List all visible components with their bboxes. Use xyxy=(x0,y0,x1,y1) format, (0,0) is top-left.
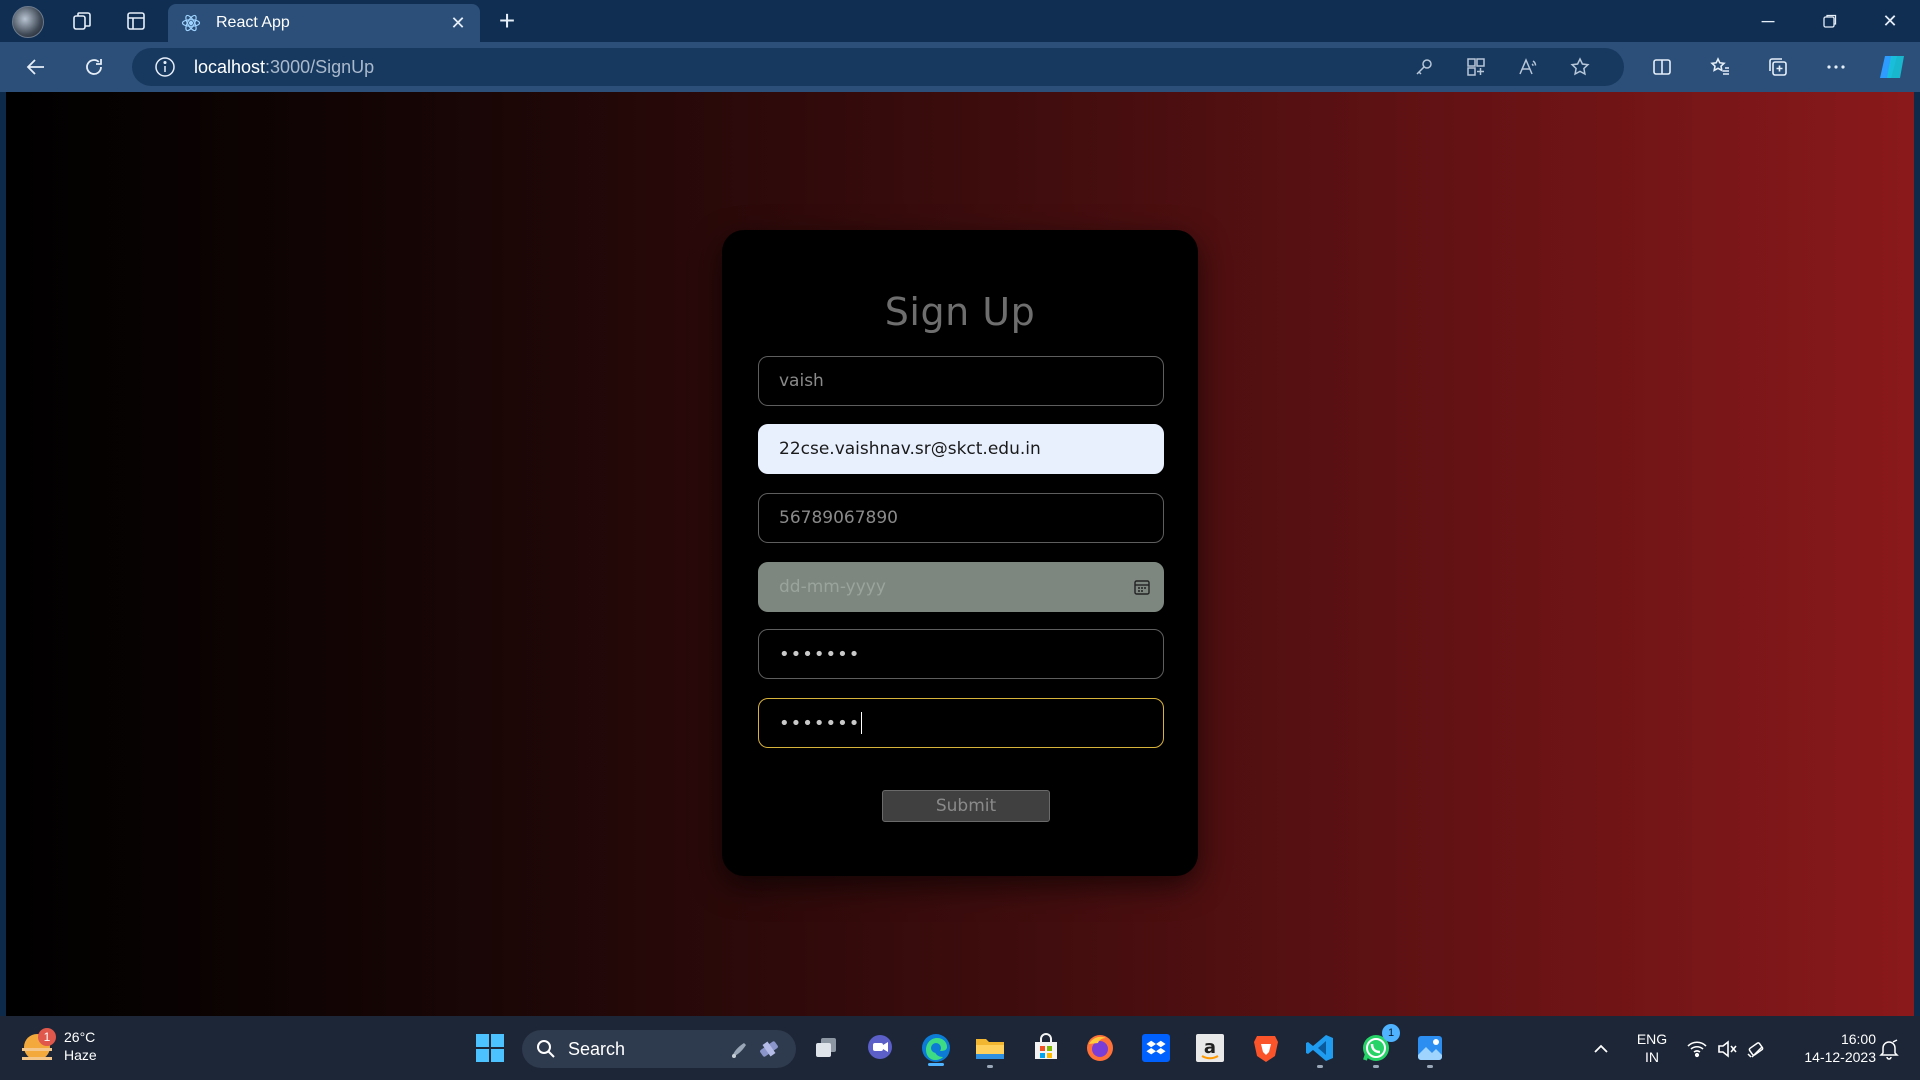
confirm-password-value: ••••••• xyxy=(779,712,861,734)
windows-start-icon[interactable] xyxy=(470,1028,510,1068)
weather-haze-icon: 1 xyxy=(22,1028,56,1062)
clock-time: 16:00 xyxy=(1840,1031,1876,1047)
split-screen-icon[interactable] xyxy=(1644,50,1680,84)
chevron-up-icon[interactable] xyxy=(1590,1038,1612,1060)
clock-date: 14-12-2023 xyxy=(1804,1049,1876,1065)
brave-browser-icon[interactable] xyxy=(1246,1028,1286,1068)
date-of-birth-field[interactable]: dd-mm-yyyy xyxy=(758,562,1164,612)
weather-widget[interactable]: 1 26°C Haze xyxy=(22,1028,97,1064)
submit-button[interactable]: Submit xyxy=(882,790,1050,822)
page-viewport: Sign Up vaish 22cse.vaishnav.sr@skct.edu… xyxy=(6,92,1914,1016)
tab-react-app[interactable]: React App ✕ xyxy=(168,4,480,42)
close-window-button[interactable]: ✕ xyxy=(1860,0,1920,42)
clock[interactable]: 16:00 14-12-2023 xyxy=(1780,1030,1876,1066)
weather-description: Haze xyxy=(64,1047,97,1063)
browser-toolbar: localhost:3000/SignUp xyxy=(0,42,1920,92)
app-available-icon[interactable] xyxy=(1460,52,1492,82)
calendar-icon[interactable] xyxy=(1133,578,1151,596)
weather-badge: 1 xyxy=(38,1028,56,1046)
whatsapp-badge: 1 xyxy=(1382,1024,1400,1042)
password-value: ••••••• xyxy=(779,643,861,665)
weather-temperature: 26°C xyxy=(64,1029,96,1045)
tab-title: React App xyxy=(216,14,290,31)
svg-text:a: a xyxy=(1204,1037,1216,1058)
workspaces-icon[interactable] xyxy=(66,6,98,36)
whatsapp-icon[interactable]: 1 xyxy=(1356,1024,1400,1068)
password-key-icon[interactable] xyxy=(1408,52,1440,82)
edge-browser-icon[interactable] xyxy=(916,1028,956,1068)
phone-value: 56789067890 xyxy=(779,508,898,528)
new-tab-button[interactable]: + xyxy=(492,5,522,36)
active-indicator xyxy=(928,1063,944,1066)
photos-app-icon[interactable] xyxy=(1410,1028,1450,1068)
language-line2: IN xyxy=(1645,1049,1659,1065)
language-line1: ENG xyxy=(1636,1031,1668,1047)
windows-taskbar: 1 26°C Haze Search a 1 ENG IN 16:00 14-1… xyxy=(0,1016,1920,1080)
firefox-icon[interactable] xyxy=(1080,1028,1120,1068)
running-indicator xyxy=(987,1065,993,1068)
back-arrow-icon[interactable] xyxy=(18,50,54,84)
email-value: 22cse.vaishnav.sr@skct.edu.in xyxy=(779,439,1041,459)
amazon-icon[interactable]: a xyxy=(1190,1028,1230,1068)
running-indicator xyxy=(1317,1065,1323,1068)
confirm-password-field[interactable]: ••••••• xyxy=(758,698,1164,748)
url-path: :3000/SignUp xyxy=(265,56,375,77)
dob-placeholder: dd-mm-yyyy xyxy=(779,577,886,597)
collections-icon[interactable] xyxy=(1760,50,1796,84)
wifi-icon[interactable] xyxy=(1686,1038,1708,1060)
volume-muted-icon[interactable] xyxy=(1716,1038,1738,1060)
copilot-icon[interactable] xyxy=(1874,50,1910,84)
notification-bell-icon[interactable] xyxy=(1878,1038,1900,1060)
running-indicator xyxy=(1427,1065,1433,1068)
favorites-list-icon[interactable] xyxy=(1702,50,1738,84)
signup-card: Sign Up vaish 22cse.vaishnav.sr@skct.edu… xyxy=(722,230,1198,876)
search-highlight-icon xyxy=(728,1036,784,1062)
react-logo-icon xyxy=(180,12,202,34)
password-field[interactable]: ••••••• xyxy=(758,629,1164,679)
search-icon xyxy=(537,1040,555,1058)
dropbox-icon[interactable] xyxy=(1136,1028,1176,1068)
site-info-icon[interactable] xyxy=(152,54,178,80)
phone-field[interactable]: 56789067890 xyxy=(758,493,1164,543)
language-indicator[interactable]: ENG IN xyxy=(1630,1030,1674,1066)
profile-avatar-icon[interactable] xyxy=(12,6,44,38)
more-options-icon[interactable] xyxy=(1818,50,1854,84)
refresh-icon[interactable] xyxy=(76,50,112,84)
username-value: vaish xyxy=(779,371,824,391)
read-aloud-icon[interactable] xyxy=(1512,52,1544,82)
microsoft-store-icon[interactable] xyxy=(1026,1028,1066,1068)
email-field[interactable]: 22cse.vaishnav.sr@skct.edu.in xyxy=(758,424,1164,474)
running-indicator xyxy=(1373,1065,1379,1068)
address-bar[interactable]: localhost:3000/SignUp xyxy=(132,48,1624,86)
file-explorer-icon[interactable] xyxy=(970,1028,1010,1068)
close-tab-icon[interactable]: ✕ xyxy=(448,13,468,33)
signup-title: Sign Up xyxy=(884,290,1036,334)
search-label: Search xyxy=(568,1038,626,1059)
taskbar-search[interactable]: Search xyxy=(522,1030,796,1068)
url-host: localhost xyxy=(194,56,266,77)
task-view-icon[interactable] xyxy=(806,1028,846,1068)
vscode-icon[interactable] xyxy=(1300,1028,1340,1068)
battery-charging-icon[interactable] xyxy=(1746,1038,1768,1060)
browser-titlebar: React App ✕ + ─ ✕ xyxy=(0,0,1920,42)
favorite-star-icon[interactable] xyxy=(1564,52,1596,82)
minimize-button[interactable]: ─ xyxy=(1738,0,1798,42)
text-caret xyxy=(861,712,863,734)
username-field[interactable]: vaish xyxy=(758,356,1164,406)
teams-chat-icon[interactable] xyxy=(860,1028,900,1068)
tab-actions-icon[interactable] xyxy=(120,6,152,36)
restore-button[interactable] xyxy=(1800,0,1860,42)
